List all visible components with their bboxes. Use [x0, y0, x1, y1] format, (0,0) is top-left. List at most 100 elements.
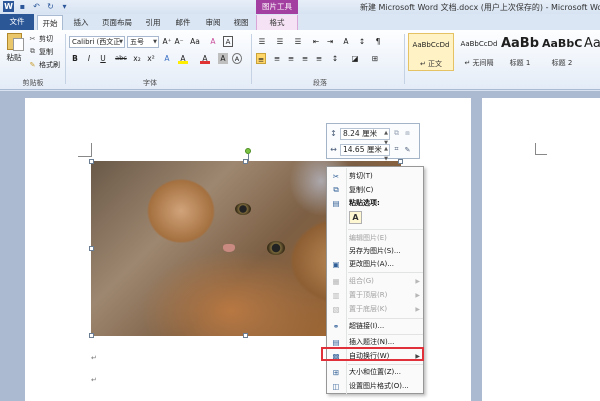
sort-icon[interactable]: ↕ — [357, 36, 367, 47]
tab-view[interactable]: 视图 — [230, 15, 252, 30]
menu-item-format-picture[interactable]: ◫ 设置图片格式(O)... — [329, 380, 423, 392]
crop-tool-icon[interactable]: ⌗ — [392, 145, 401, 154]
tab-home[interactable]: 开始 — [37, 15, 63, 30]
multilevel-list-icon[interactable]: ☰ — [293, 36, 303, 47]
menu-item-label: 置于底层(K) — [349, 305, 388, 313]
menu-item-cut[interactable]: ✂ 剪切(T) — [329, 170, 423, 182]
shrink-font-icon[interactable]: A⁻ — [174, 36, 184, 47]
underline-button[interactable]: U — [98, 53, 108, 64]
style-normal[interactable]: AaBbCcDd ↵ 正文 — [408, 33, 454, 71]
group-divider — [251, 34, 252, 84]
grow-font-icon[interactable]: A⁺ — [162, 36, 172, 47]
cut-button[interactable]: ✂ 剪切 — [28, 33, 53, 44]
tab-references[interactable]: 引用 — [142, 15, 164, 30]
save-icon[interactable]: ▪ — [17, 1, 28, 12]
width-input[interactable]: 14.65 厘米 ▲ ▼ — [340, 143, 390, 162]
customize-icon[interactable]: ▾ — [59, 1, 70, 12]
align-right-icon[interactable]: ≡ — [286, 53, 296, 64]
crop-icon[interactable]: ⧉ — [392, 129, 401, 138]
strikethrough-button[interactable]: abc — [114, 53, 128, 64]
hyperlink-icon: ⚭ — [332, 321, 340, 331]
paste-label: 粘贴 — [6, 53, 22, 62]
menu-item-change-picture[interactable]: ▣ 更改图片(A)... — [329, 258, 423, 270]
char-shading-button[interactable]: A — [218, 53, 228, 64]
cut-label: 剪切 — [39, 34, 53, 43]
increase-indent-icon[interactable]: ⇥ — [325, 36, 335, 47]
numbering-icon[interactable]: ☰ — [275, 36, 285, 47]
style-heading-2[interactable]: AaBbC 标题 2 — [542, 33, 582, 71]
style-preview: AaBbCcDd — [460, 40, 498, 48]
decrease-indent-icon[interactable]: ⇤ — [311, 36, 321, 47]
spinner-icon[interactable]: ▲ ▼ — [384, 144, 388, 164]
enclose-char-button[interactable]: A — [232, 53, 242, 64]
shading-icon[interactable]: ◪ — [350, 53, 360, 64]
menu-item-copy[interactable]: ⧉ 复制(C) — [329, 184, 423, 196]
align-center-icon[interactable]: ≡ — [272, 53, 282, 64]
shape-outline-icon[interactable]: ✎ — [403, 146, 412, 154]
copy-button[interactable]: ⧉ 复制 — [28, 46, 53, 57]
rotate-handle[interactable] — [245, 148, 251, 154]
show-marks-icon[interactable]: ¶ — [373, 36, 383, 47]
format-painter-label: 格式刷 — [39, 60, 60, 69]
height-input[interactable]: 8.24 厘米 ▲ ▼ — [340, 127, 390, 146]
menu-item-size-position[interactable]: ⊞ 大小和位置(Z)... — [329, 366, 423, 378]
char-border-icon[interactable]: A — [223, 36, 233, 47]
italic-button[interactable]: I — [84, 53, 94, 64]
tab-file[interactable]: 文件 — [0, 14, 34, 30]
font-color-button[interactable]: A — [200, 53, 210, 64]
style-no-spacing[interactable]: AaBbCcDd ↵ 无间隔 — [456, 33, 502, 71]
text-effects-button[interactable]: A — [162, 53, 172, 64]
tab-page-layout[interactable]: 页面布局 — [100, 15, 134, 30]
menu-item-save-as-picture[interactable]: 另存为图片(S)... — [329, 245, 423, 257]
paste-keep-text-button[interactable]: A — [349, 211, 362, 224]
margin-corner-mark — [78, 143, 92, 157]
resize-handle-nw[interactable] — [89, 159, 94, 164]
group-objects-icon[interactable]: ⧈ — [403, 129, 412, 138]
menu-item-label: 复制(C) — [349, 186, 374, 194]
resize-handle-ne[interactable] — [398, 159, 403, 164]
resize-handle-sw[interactable] — [89, 333, 94, 338]
tab-mailings[interactable]: 邮件 — [172, 15, 194, 30]
menu-item-label: 剪切(T) — [349, 172, 373, 180]
change-case-icon[interactable]: Aa — [190, 36, 200, 47]
tab-review[interactable]: 审阅 — [202, 15, 224, 30]
highlight-button[interactable]: A — [178, 53, 188, 64]
clipboard-group-label: 剪贴板 — [22, 79, 44, 87]
word-logo-icon: W — [3, 1, 14, 12]
resize-handle-s[interactable] — [243, 333, 248, 338]
superscript-button[interactable]: x² — [146, 53, 156, 64]
window-title: 新建 Microsoft Word 文档.docx (用户上次保存的) - Mi… — [360, 3, 600, 12]
repeat-icon[interactable]: ↻ — [45, 1, 56, 12]
style-title[interactable]: AaB — [584, 33, 600, 71]
line-spacing-icon[interactable]: ↕ — [330, 53, 340, 64]
submenu-arrow-icon: ▶ — [415, 291, 420, 299]
justify-icon[interactable]: ≡ — [300, 53, 310, 64]
style-heading-1[interactable]: AaBb 标题 1 — [500, 33, 540, 71]
resize-handle-w[interactable] — [89, 246, 94, 251]
paste-button[interactable]: 粘贴 — [3, 33, 25, 69]
bullets-icon[interactable]: ☰ — [257, 36, 267, 47]
align-left-icon[interactable]: ≡ — [256, 53, 266, 64]
resize-handle-n[interactable] — [243, 159, 248, 164]
group-divider — [65, 34, 66, 84]
tab-format[interactable]: 格式 — [256, 15, 298, 30]
menu-separator — [348, 318, 423, 319]
chinese-layout-icon[interactable]: A — [341, 36, 351, 47]
clear-format-icon[interactable]: A — [208, 36, 218, 47]
subscript-button[interactable]: x₂ — [132, 53, 142, 64]
menu-item-label: 编辑图片(E) — [349, 234, 387, 242]
font-size-select[interactable]: 五号 ▼ — [127, 36, 159, 48]
tab-insert[interactable]: 插入 — [70, 15, 92, 30]
style-preview: AaBb — [500, 36, 540, 51]
style-name: 标题 2 — [551, 59, 573, 67]
menu-item-hyperlink[interactable]: ⚭ 超链接(I)... — [329, 320, 423, 332]
borders-icon[interactable]: ⊞ — [370, 53, 380, 64]
menu-item-label: 插入题注(N)... — [349, 338, 395, 346]
format-painter-button[interactable]: ✎ 格式刷 — [28, 59, 60, 70]
bold-button[interactable]: B — [70, 53, 80, 64]
scissors-icon: ✂ — [29, 34, 36, 43]
menu-item-bring-to-front: ▥ 置于顶层(R) ▶ — [329, 289, 423, 301]
distribute-icon[interactable]: ≡ — [314, 53, 324, 64]
undo-icon[interactable]: ↶ — [31, 1, 42, 12]
font-family-select[interactable]: Calibri (西文正 ▼ — [69, 36, 125, 48]
